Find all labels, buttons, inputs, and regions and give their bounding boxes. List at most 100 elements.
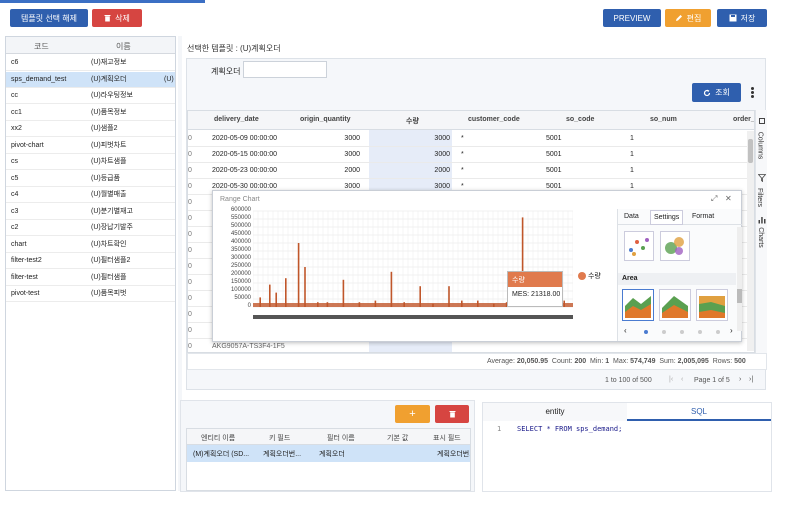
tab-data[interactable]: Data: [624, 213, 639, 220]
col-header-quantity[interactable]: 수량: [406, 116, 419, 126]
close-icon[interactable]: ✕: [725, 194, 732, 203]
area-section-header: Area: [618, 273, 736, 285]
template-code: c5: [11, 174, 19, 182]
more-menu-icon[interactable]: [751, 87, 754, 99]
grid-cell[interactable]: 2000: [428, 163, 450, 179]
col-header-origin-quantity[interactable]: origin_quantity: [300, 116, 351, 123]
col-header-customer-code[interactable]: customer_code: [468, 116, 520, 123]
chart-type-thumb-stacked-area[interactable]: [659, 289, 691, 321]
entity-row[interactable]: (M)계획오더 (SD... 계획오더번... 계획오더 계획오더번...: [187, 445, 470, 462]
template-row[interactable]: cc (U)라우팅정보: [6, 88, 175, 104]
charts-tab[interactable]: Charts: [756, 214, 768, 254]
chart-type-thumb-area[interactable]: [622, 289, 654, 321]
edit-button[interactable]: 편집: [665, 9, 711, 27]
grid-vertical-scrollbar[interactable]: [747, 131, 754, 351]
tab-settings[interactable]: Settings: [650, 210, 684, 225]
template-row[interactable]: cs (U)차트샘플: [6, 154, 175, 170]
grid-cell[interactable]: 2020-05-23 00:00:00: [212, 163, 277, 179]
carousel-dot[interactable]: [662, 330, 666, 334]
grid-cell[interactable]: *: [461, 163, 464, 179]
delete-entity-button[interactable]: [435, 405, 469, 423]
average-label: Average:: [487, 358, 515, 365]
grid-row[interactable]: 0 2020-05-15 00:00:00 3000 3000 * 5001 1: [188, 147, 754, 163]
grid-cell[interactable]: *: [461, 131, 464, 147]
chart-bar: [342, 279, 345, 307]
template-row[interactable]: xx2 (U)샘플2: [6, 121, 175, 137]
deselect-template-button[interactable]: 템플릿 선택 해제: [10, 9, 88, 27]
first-page-icon[interactable]: |‹: [669, 376, 673, 383]
tab-format[interactable]: Format: [692, 213, 714, 220]
template-row[interactable]: c3 (U)분기별재고: [6, 204, 175, 220]
grid-cell[interactable]: 2020-05-09 00:00:00: [212, 131, 277, 147]
template-row[interactable]: pivot-test (U)품목피벗: [6, 286, 175, 302]
delete-template-button[interactable]: 삭제: [92, 9, 142, 27]
columns-tab[interactable]: Columns: [756, 116, 768, 170]
template-row[interactable]: filter-test (U)필터샘플: [6, 270, 175, 286]
template-row[interactable]: cc1 (U)품목정보: [6, 105, 175, 121]
template-row[interactable]: sps_demand_test (U)계획오더 (U): [6, 71, 175, 88]
template-row[interactable]: c5 (U)등급품: [6, 171, 175, 187]
y-tick-label: 350000: [230, 247, 251, 253]
template-row[interactable]: chart (U)차트확인: [6, 237, 175, 253]
grid-cell[interactable]: 2020-05-15 00:00:00: [212, 147, 277, 163]
grid-cell[interactable]: 5001: [546, 131, 562, 147]
carousel-dot-active[interactable]: [644, 330, 648, 334]
settings-scrollbar[interactable]: [737, 227, 742, 331]
carousel-next-icon[interactable]: ›: [730, 326, 733, 335]
grid-cell[interactable]: 2000: [328, 163, 360, 179]
template-row[interactable]: filter-test2 (U)필터샘플2: [6, 253, 175, 269]
grid-row[interactable]: 0 2020-05-23 00:00:00 2000 2000 * 5001 1: [188, 163, 754, 179]
col-header-order[interactable]: order_: [733, 116, 754, 123]
template-row[interactable]: c6 (U)재고정보: [6, 55, 175, 71]
y-tick-label: 550000: [230, 215, 251, 221]
grid-cell[interactable]: 1: [630, 163, 634, 179]
prev-page-icon[interactable]: ‹: [681, 376, 683, 383]
next-page-icon[interactable]: ›: [739, 376, 741, 383]
template-code: c4: [11, 191, 19, 198]
search-button[interactable]: 조회: [692, 83, 741, 102]
carousel-dot[interactable]: [716, 330, 720, 334]
carousel-dot[interactable]: [698, 330, 702, 334]
entity-header-key: 키 필드: [269, 435, 291, 442]
chart-type-thumb-bubble[interactable]: [660, 231, 690, 261]
grid-row[interactable]: 0 2020-05-09 00:00:00 3000 3000 * 5001 1: [188, 131, 754, 147]
template-row[interactable]: c4 (U)월별매출: [6, 187, 175, 203]
average-value: 20,050.95: [516, 358, 548, 365]
grid-cell[interactable]: 3000: [328, 131, 360, 147]
row-edge-marker: 0: [188, 199, 192, 206]
filters-tab[interactable]: Filters: [756, 172, 768, 218]
filter-input[interactable]: [243, 61, 327, 78]
add-entity-button[interactable]: +: [395, 405, 430, 423]
chart-bar: [563, 300, 565, 307]
col-header-so-num[interactable]: so_num: [650, 116, 677, 123]
chart-type-thumb-normalized-area[interactable]: [696, 289, 728, 321]
grid-cell[interactable]: 3000: [428, 147, 450, 163]
expand-icon[interactable]: ⤢: [711, 194, 717, 204]
save-button[interactable]: 저장: [717, 9, 767, 27]
col-header-so-code[interactable]: so_code: [566, 116, 594, 123]
last-page-icon[interactable]: ›|: [749, 376, 753, 383]
carousel-prev-icon[interactable]: ‹: [624, 326, 627, 335]
grid-cell[interactable]: 5001: [546, 147, 562, 163]
area-label: Area: [622, 275, 638, 282]
grid-cell[interactable]: 3000: [428, 131, 450, 147]
sql-editor[interactable]: 1 SELECT * FROM sps_demand;: [483, 422, 771, 492]
tab-sql[interactable]: SQL: [627, 403, 771, 421]
y-tick-label: 600000: [230, 207, 251, 213]
grid-cell[interactable]: 1: [630, 147, 634, 163]
template-code: filter-test2: [11, 257, 42, 264]
tab-entity[interactable]: entity: [483, 403, 627, 421]
grid-cell[interactable]: 3000: [328, 147, 360, 163]
carousel-dot[interactable]: [680, 330, 684, 334]
legend: 수량: [578, 271, 601, 281]
grid-cell[interactable]: 1: [630, 131, 634, 147]
preview-button[interactable]: PREVIEW: [603, 9, 661, 27]
col-header-delivery-date[interactable]: delivery_date: [214, 116, 259, 123]
grid-cell[interactable]: 5001: [546, 163, 562, 179]
template-row[interactable]: c2 (U)장납기발주: [6, 220, 175, 236]
y-tick-label: 400000: [230, 239, 251, 245]
template-row[interactable]: pivot-chart (U)피벗차트: [6, 138, 175, 154]
chart-plot: 0 50000 100000 150000 200000 250000 300000 3500…: [213, 207, 608, 331]
grid-cell[interactable]: *: [461, 147, 464, 163]
chart-type-thumb-scatter[interactable]: [624, 231, 654, 261]
